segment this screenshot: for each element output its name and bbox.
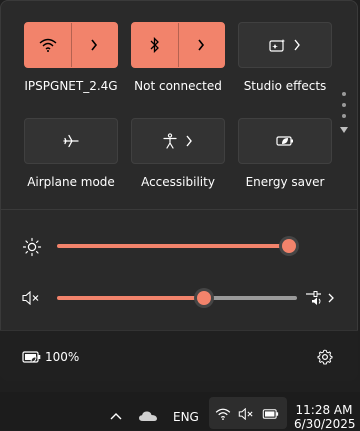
quick-settings-footer: 100% bbox=[0, 330, 358, 381]
quick-settings-panel: IPSPGNET_2.4G Not connected Studio effec… bbox=[0, 0, 358, 381]
wifi-icon bbox=[215, 408, 231, 420]
input-language-indicator[interactable]: ENG bbox=[173, 410, 199, 424]
studio-effects-icon bbox=[269, 39, 285, 52]
studio-effects-tile-label: Studio effects bbox=[243, 79, 327, 93]
bluetooth-tile-label: Not connected bbox=[134, 79, 222, 93]
energy-saver-tile[interactable] bbox=[238, 118, 332, 164]
energy-saver-tile-label: Energy saver bbox=[245, 175, 325, 189]
wifi-tile[interactable] bbox=[24, 22, 118, 68]
brightness-icon bbox=[22, 237, 42, 257]
chevron-right-icon bbox=[198, 39, 205, 51]
accessibility-tile[interactable] bbox=[131, 118, 225, 164]
clock[interactable]: 11:28 AM 6/30/2025 bbox=[294, 403, 356, 431]
battery-icon bbox=[262, 409, 279, 419]
airplane-icon bbox=[63, 134, 79, 148]
page-indicator-dot[interactable] bbox=[342, 92, 346, 96]
settings-gear-icon[interactable] bbox=[317, 349, 333, 365]
airplane-mode-tile-label: Airplane mode bbox=[27, 175, 115, 189]
accessibility-icon bbox=[163, 133, 177, 149]
wifi-icon bbox=[39, 38, 57, 52]
bluetooth-icon bbox=[150, 37, 159, 53]
brightness-slider-track[interactable] bbox=[57, 244, 289, 248]
energy-saver-icon bbox=[276, 136, 293, 146]
page-indicator-dot[interactable] bbox=[342, 114, 346, 118]
volume-muted-icon bbox=[238, 408, 253, 420]
chevron-right-icon bbox=[186, 135, 192, 147]
volume-slider-fill[interactable] bbox=[57, 296, 205, 300]
chevron-right-icon bbox=[91, 39, 98, 51]
chevron-right-icon bbox=[294, 39, 300, 51]
page-indicator-dot[interactable] bbox=[342, 103, 346, 107]
bluetooth-toggle[interactable] bbox=[132, 23, 178, 67]
wifi-toggle[interactable] bbox=[25, 23, 71, 67]
brightness-slider-thumb[interactable] bbox=[282, 239, 296, 253]
clock-time: 11:28 AM bbox=[295, 403, 353, 417]
battery-percentage: 100% bbox=[45, 350, 80, 364]
scroll-down-arrow-icon[interactable] bbox=[340, 127, 348, 133]
volume-slider-thumb[interactable] bbox=[197, 291, 211, 305]
bluetooth-expand-button[interactable] bbox=[177, 23, 225, 67]
audio-output-icon[interactable] bbox=[305, 290, 335, 306]
airplane-mode-tile[interactable] bbox=[24, 118, 118, 164]
show-hidden-icons-chevron-icon[interactable] bbox=[110, 412, 122, 420]
battery-icon[interactable] bbox=[22, 350, 42, 364]
onedrive-cloud-icon[interactable] bbox=[138, 410, 158, 422]
studio-effects-tile[interactable] bbox=[238, 22, 332, 68]
volume-muted-icon[interactable] bbox=[22, 291, 42, 305]
accessibility-tile-label: Accessibility bbox=[141, 175, 215, 189]
clock-date: 6/30/2025 bbox=[294, 417, 356, 431]
section-divider bbox=[0, 209, 358, 210]
volume-slider-track[interactable] bbox=[205, 296, 297, 300]
bluetooth-tile[interactable] bbox=[131, 22, 225, 68]
wifi-expand-button[interactable] bbox=[70, 23, 118, 67]
wifi-tile-label: IPSPGNET_2.4G bbox=[24, 79, 118, 93]
